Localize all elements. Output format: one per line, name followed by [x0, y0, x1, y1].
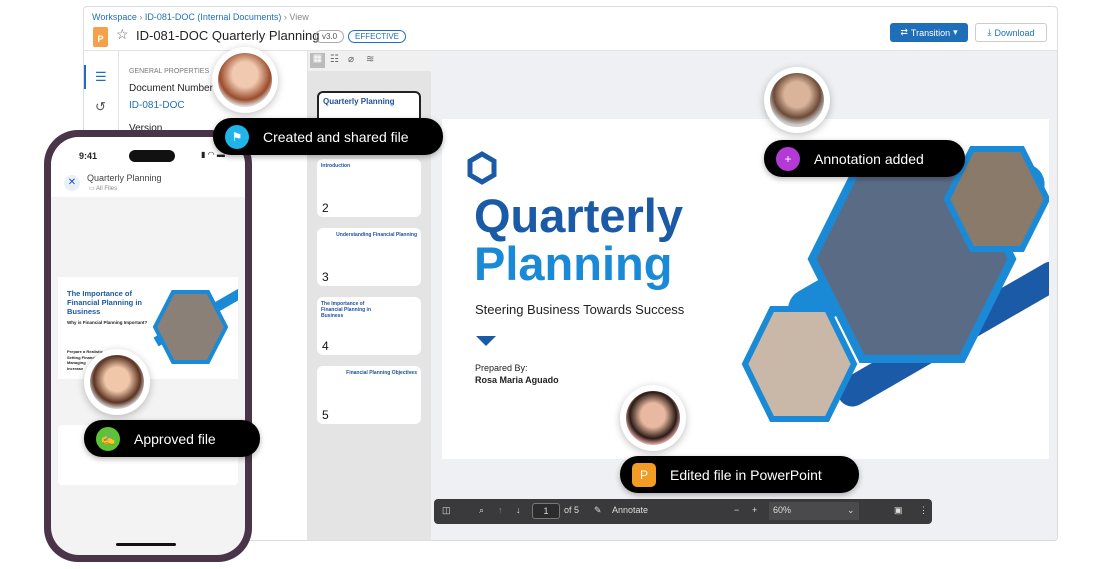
thumbnail-4[interactable]: The Importance of Financial Planning in … — [317, 297, 421, 355]
history-icon[interactable]: ↺ — [95, 99, 106, 115]
breadcrumb: Workspace › ID-081-DOC (Internal Documen… — [92, 12, 309, 22]
thumbnail-number: 3 — [322, 270, 329, 284]
avatar-creator — [212, 47, 278, 113]
thumbnail-number: 4 — [322, 339, 329, 353]
avatar-editor — [620, 385, 686, 451]
thumbnail-title: Financial Planning Objectives — [346, 370, 417, 376]
powerpoint-file-icon: P — [93, 27, 108, 47]
sidebar-toggle-icon[interactable]: ◫ — [442, 505, 451, 516]
page-count: of 5 — [564, 505, 580, 515]
doc-number-value[interactable]: ID-081-DOC — [129, 100, 185, 111]
download-icon: ⤓ — [987, 27, 992, 37]
slide-title-line-1: Quarterly — [474, 189, 683, 242]
presentation-icon[interactable]: ▣ — [894, 505, 903, 516]
badge-label: Created and shared file — [263, 128, 409, 145]
comment-plus-icon: + — [776, 146, 800, 171]
more-icon[interactable]: ⋮ — [919, 505, 928, 516]
transition-button[interactable]: ⇄ Transition ▾ — [890, 23, 968, 42]
home-indicator — [116, 543, 176, 546]
folder-label: All Files — [96, 186, 118, 192]
version-badge: v3.0 — [315, 30, 345, 43]
zoom-in-icon[interactable]: + — [752, 505, 757, 515]
attachment-icon[interactable]: ⌀ — [348, 54, 354, 65]
transition-label: Transition — [910, 27, 951, 38]
breadcrumb-folder[interactable]: ID-081-DOC (Internal Documents) — [145, 12, 282, 22]
badge-label: Edited file in PowerPoint — [670, 466, 822, 483]
phone-slide: The Importance of Financial Planning in … — [58, 277, 238, 379]
page-title: ID-081-DOC Quarterly Planning — [136, 28, 320, 43]
close-icon[interactable]: ✕ — [64, 175, 80, 191]
annotate-icon[interactable]: ✎ — [594, 505, 602, 516]
slide-subtitle: Steering Business Towards Success — [475, 302, 685, 317]
breadcrumb-workspace[interactable]: Workspace — [92, 12, 137, 22]
avatar-annotator — [764, 67, 830, 133]
badge-approved: ✍ Approved file — [84, 420, 260, 457]
badge-annotation: + Annotation added — [764, 140, 965, 177]
zoom-out-icon[interactable]: − — [734, 505, 739, 515]
status-badge: EFFECTIVE — [348, 30, 407, 43]
phone-screen: 9:41 ▮ ◠ ▬ ✕ Quarterly Planning ▭ All Fi… — [51, 137, 245, 555]
prepared-by-label: Prepared By: — [475, 363, 528, 373]
grid-view-icon[interactable]: ▦ — [310, 53, 325, 68]
breadcrumb-current: View — [289, 12, 309, 22]
section-heading: GENERAL PROPERTIES — [129, 68, 210, 75]
phone-slide-title: The Importance of Financial Planning in … — [67, 289, 143, 316]
phone-slide-subtitle: Why is Financial Planning Important? — [67, 320, 148, 325]
badge-label: Approved file — [134, 430, 216, 447]
badge-created: ⚑ Created and shared file — [213, 118, 443, 155]
signature-icon: ✍ — [96, 426, 120, 451]
slide-image — [152, 277, 238, 364]
phone-time: 9:41 — [79, 151, 98, 161]
avatar-approver — [84, 349, 150, 415]
download-label: Download — [994, 27, 1035, 38]
thumbnail-5[interactable]: Financial Planning Objectives 5 — [317, 366, 421, 424]
download-button[interactable]: ⤓ Download — [975, 23, 1047, 42]
thumbnail-toolbar: ▦ ☷ ⌀ ≋ — [308, 51, 431, 71]
dynamic-island — [129, 150, 175, 162]
thumbnail-title: The Importance of Financial Planning in … — [321, 301, 372, 319]
layers-icon[interactable]: ≋ — [366, 54, 374, 65]
search-icon[interactable]: ⌕ — [479, 505, 484, 516]
doc-number-label: Document Number — [129, 83, 213, 94]
annotate-button[interactable]: Annotate — [612, 505, 648, 515]
phone-mockup: 9:41 ▮ ◠ ▬ ✕ Quarterly Planning ▭ All Fi… — [44, 130, 252, 562]
badge-edited: P Edited file in PowerPoint — [620, 456, 859, 493]
phone-doc-title: Quarterly Planning — [87, 173, 162, 183]
zoom-value: 60% — [773, 505, 792, 515]
bullet: Prepare a Realistic — [67, 349, 103, 354]
prepared-by-name: Rosa Maria Aguado — [475, 375, 559, 385]
arrow-down-icon[interactable]: ↓ — [516, 505, 521, 515]
folder-icon: ▭ — [89, 186, 97, 192]
active-indicator — [84, 65, 86, 89]
outline-icon[interactable]: ☷ — [330, 54, 339, 65]
phone-folder: ▭ All Files — [89, 185, 117, 192]
star-icon[interactable]: ☆ — [116, 26, 129, 43]
arrow-up-icon[interactable]: ↑ — [498, 505, 503, 515]
list-icon[interactable]: ☰ — [95, 69, 107, 85]
thumbnail-title: Quarterly Planning — [323, 97, 395, 106]
thumbnail-number: 2 — [322, 201, 329, 215]
thumbnail-number: 5 — [322, 408, 329, 422]
chevron-down-icon: ⌄ — [847, 505, 855, 515]
thumbnail-title: Understanding Financial Planning — [336, 232, 417, 238]
swap-icon: ⇄ — [900, 27, 908, 37]
thumbnail-title: Introduction — [321, 163, 351, 169]
thumbnail-2[interactable]: Introduction 2 — [317, 159, 421, 217]
thumbnail-3[interactable]: Understanding Financial Planning 3 — [317, 228, 421, 286]
badge-label: Annotation added — [814, 150, 924, 167]
caret-down-icon: ▾ — [953, 27, 958, 37]
viewer-toolbar: ◫ ⌕ ↑ ↓ 1 of 5 ✎ Annotate − + 60% ⌄ ▣ ⋮ — [434, 499, 932, 524]
zoom-select[interactable]: 60% ⌄ — [769, 502, 859, 520]
page-input[interactable]: 1 — [532, 503, 560, 519]
slide-title-line-2: Planning — [474, 237, 673, 290]
flag-icon: ⚑ — [225, 124, 249, 149]
powerpoint-icon: P — [632, 462, 656, 487]
